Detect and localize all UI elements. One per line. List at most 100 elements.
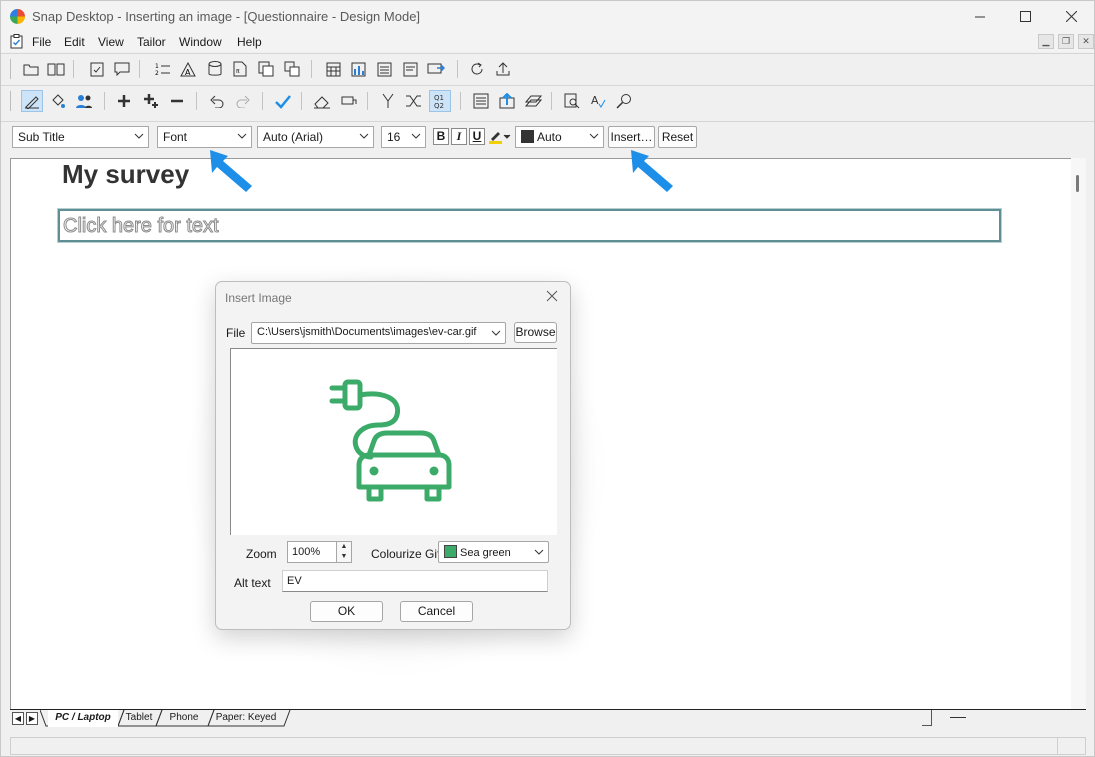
font-select[interactable]: Font (157, 126, 252, 148)
color-select[interactable]: Auto (515, 126, 604, 148)
minimize-button[interactable] (957, 1, 1003, 32)
tab-phone[interactable]: Phone (162, 710, 206, 727)
publish-button[interactable] (425, 58, 447, 80)
monitor-send-icon (427, 63, 445, 73)
font-name-select[interactable]: Auto (Arial) (257, 126, 374, 148)
zoom-down-icon: ▼ (340, 553, 348, 560)
eraser-button[interactable] (311, 90, 333, 112)
title-bar: Snap Desktop - Inserting an image - [Que… (1, 1, 1094, 32)
chevron-down-icon (411, 133, 421, 139)
style-select[interactable]: Sub Title (12, 126, 149, 148)
users-button[interactable] (73, 90, 95, 112)
browse-button[interactable]: Browse (514, 322, 557, 343)
questionnaire-button[interactable] (86, 58, 108, 80)
tiles-button[interactable] (281, 58, 303, 80)
vertical-scrollbar[interactable] (1071, 158, 1086, 709)
hscroll-handle[interactable] (950, 717, 966, 718)
menu-file[interactable]: File (32, 35, 51, 49)
menu-view[interactable]: View (98, 35, 124, 49)
export-up-button[interactable] (496, 90, 518, 112)
analysis-button[interactable]: A (177, 58, 199, 80)
mdi-minimize-button[interactable]: ▁ (1038, 34, 1054, 49)
shuffle-button[interactable] (403, 90, 425, 112)
numbered-list-button[interactable]: 12 (152, 58, 174, 80)
highlight-color-button[interactable] (488, 128, 512, 145)
scrollbar-thumb[interactable] (1076, 175, 1079, 192)
add-button[interactable] (113, 90, 135, 112)
database-button[interactable] (204, 58, 226, 80)
mdi-close-button[interactable]: ✕ (1078, 34, 1094, 49)
undo-icon (210, 95, 224, 108)
tab-tablet[interactable]: Tablet (122, 710, 156, 727)
chart-button[interactable] (347, 58, 369, 80)
grid-icon (326, 62, 340, 76)
text-view-button[interactable] (399, 58, 421, 80)
grid-button[interactable] (322, 58, 344, 80)
report-button[interactable]: π (229, 58, 251, 80)
tab-paper-keyed[interactable]: Paper: Keyed (212, 710, 280, 727)
file-path-value: C:\Users\jsmith\Documents\images\ev-car.… (257, 326, 477, 338)
design-toolbar: Q1 Q2 A (1, 85, 1094, 115)
redo-button[interactable] (232, 90, 254, 112)
find-button[interactable] (613, 90, 635, 112)
insert-button[interactable]: Insert… (608, 126, 655, 148)
route-button[interactable] (377, 90, 399, 112)
paint-bucket-button[interactable] (47, 90, 69, 112)
preview-button[interactable] (561, 90, 583, 112)
upload-button[interactable] (492, 58, 514, 80)
open-book-button[interactable] (45, 58, 67, 80)
question-numbering-button[interactable]: Q1 Q2 (429, 90, 451, 112)
tab-prev-button[interactable]: ◀ (12, 712, 24, 725)
design-mode-button[interactable] (21, 90, 43, 112)
database-icon (208, 61, 222, 76)
check-button[interactable] (272, 90, 294, 112)
layers-icon (524, 95, 542, 107)
survey-title[interactable]: My survey (62, 159, 189, 190)
close-button[interactable] (1048, 1, 1094, 32)
svg-text:A: A (591, 94, 599, 107)
zoom-stepper[interactable]: ▲ ▼ (336, 541, 352, 563)
font-size-select[interactable]: 16 (381, 126, 426, 148)
book-icon (47, 63, 65, 76)
comment-button[interactable] (111, 58, 133, 80)
shuffle-icon (406, 95, 421, 107)
menu-tailor[interactable]: Tailor (137, 35, 166, 49)
plus-icon (118, 95, 130, 107)
refresh-button[interactable] (466, 58, 488, 80)
mdi-restore-button[interactable]: ❐ (1058, 34, 1074, 49)
menu-window[interactable]: Window (179, 35, 222, 49)
ok-button[interactable]: OK (310, 601, 383, 622)
italic-button[interactable]: I (451, 128, 467, 145)
undo-button[interactable] (206, 90, 228, 112)
tab-pc-laptop[interactable]: PC / Laptop (48, 710, 118, 727)
reset-button[interactable]: Reset (658, 126, 697, 148)
file-path-select[interactable]: C:\Users\jsmith\Documents\images\ev-car.… (251, 322, 506, 344)
bar-chart-icon (351, 62, 365, 76)
open-folder-button[interactable] (20, 58, 42, 80)
add-multiple-button[interactable] (140, 90, 162, 112)
colourize-select[interactable]: Sea green (438, 541, 549, 563)
maximize-button[interactable] (1002, 1, 1048, 32)
remove-button[interactable] (166, 90, 188, 112)
cancel-button[interactable]: Cancel (400, 601, 473, 622)
table-icon (377, 62, 391, 76)
zoom-input[interactable]: 100% (287, 541, 337, 563)
menu-edit[interactable]: Edit (64, 35, 85, 49)
tab-splitter[interactable] (922, 710, 932, 726)
tab-next-button[interactable]: ▶ (26, 712, 38, 725)
menu-help[interactable]: Help (237, 35, 262, 49)
copy-pages-button[interactable] (255, 58, 277, 80)
close-icon[interactable] (546, 290, 558, 302)
bold-button[interactable]: B (433, 128, 449, 145)
table-view-button[interactable] (373, 58, 395, 80)
spelling-button[interactable]: A (587, 90, 609, 112)
underline-button[interactable]: U (469, 128, 485, 145)
branch-icon (382, 93, 394, 108)
text-entry-box[interactable]: Click here for text (57, 208, 1002, 243)
zoom-label: Zoom (246, 547, 277, 561)
alt-text-input[interactable]: EV (282, 570, 548, 592)
format-painter-button[interactable] (338, 90, 360, 112)
checkmark-icon (275, 94, 291, 109)
list-view-button[interactable] (470, 90, 492, 112)
layers-button[interactable] (522, 90, 544, 112)
